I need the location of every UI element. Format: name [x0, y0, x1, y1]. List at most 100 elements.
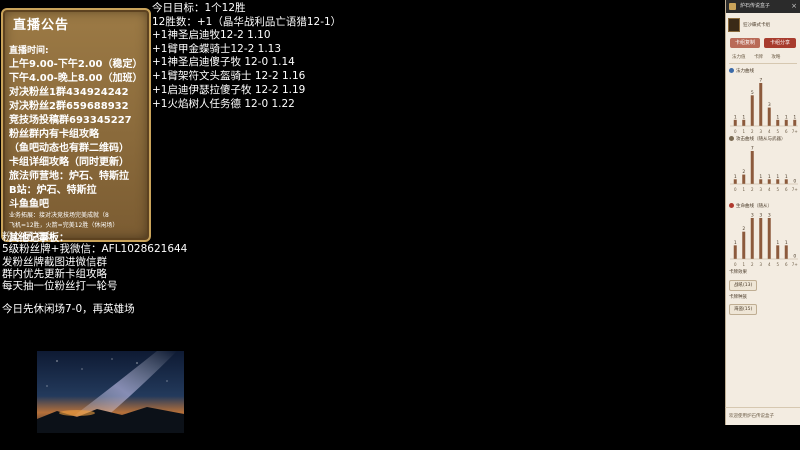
- goal-line: +1神圣启迪傻子牧 12-0 1.14: [152, 56, 295, 68]
- tick-label: 1: [742, 187, 745, 192]
- curve-bar: [742, 231, 746, 259]
- announcement-board: 直播公告 直播时间: 上午9.00-下午2.00（稳定） 下午4.00-晚上8.…: [1, 8, 151, 244]
- tick-label: 7+: [792, 187, 798, 192]
- bar-value-label: 7: [751, 146, 754, 152]
- board-line: 业务拓展：接对决竞技场完美成就（8: [9, 212, 109, 219]
- mana-icon: [729, 68, 734, 73]
- bar-value-label: 3: [759, 213, 762, 219]
- bar-value-label: 0: [793, 254, 796, 260]
- curve-bar: [767, 179, 771, 184]
- curve-bar: [784, 119, 788, 126]
- board-line: 粉丝群内有卡组攻略: [9, 129, 99, 140]
- close-icon[interactable]: ×: [791, 0, 797, 13]
- section-title-health: 生命曲线（随从）: [729, 203, 772, 209]
- tracker-titlebar[interactable]: 炉石传说盒子 ×: [726, 0, 800, 13]
- tick-label: 3: [759, 262, 762, 267]
- goal-line: +1火焰树人任务德 12-0 1.22: [152, 98, 295, 110]
- board-title: 直播公告: [13, 18, 70, 33]
- curve-bar: [776, 179, 780, 184]
- goal-line: +1启迪伊瑟拉傻子牧 12-2 1.19: [152, 84, 306, 96]
- board-line: 飞机=12胜，火箭=完美12胜（休闲场）: [9, 222, 119, 229]
- tick-label: 3: [759, 129, 762, 134]
- bar-value-label: 1: [759, 174, 762, 180]
- tick-label: 0: [734, 262, 737, 267]
- tick-label: 2: [751, 187, 754, 192]
- board-line: 斗鱼鱼吧: [9, 199, 49, 210]
- bar-value-label: 3: [768, 213, 771, 219]
- curve-bar: [733, 245, 737, 259]
- tick-label: 7+: [792, 129, 798, 134]
- tab-guide[interactable]: 攻略: [771, 55, 780, 60]
- board-line: 上午9.00-下午2.00（稳定）: [9, 59, 143, 70]
- tracker-title: 炉石传说盒子: [740, 3, 771, 9]
- night-sky-image: [37, 351, 184, 433]
- curve-bar: [742, 174, 746, 184]
- curve-bar: [776, 245, 780, 259]
- bar-value-label: 1: [776, 114, 779, 120]
- curve-bar: [767, 107, 771, 126]
- bar-value-label: 3: [768, 102, 771, 108]
- board-line: 旅法师营地：炉石、特斯拉: [9, 171, 129, 182]
- mana-curve-chart: 1011527334151617+: [730, 78, 798, 134]
- bar-value-label: 1: [734, 174, 737, 180]
- curve-bar: [776, 119, 780, 126]
- card-type-pill[interactable]: 海盗(15): [729, 304, 758, 315]
- card-effects-title: 卡牌效果: [729, 270, 747, 275]
- tick-label: 6: [785, 129, 788, 134]
- bar-value-label: 1: [768, 174, 771, 180]
- board-line: 对决粉丝1群434924242: [9, 87, 129, 98]
- bar-value-label: 1: [734, 114, 737, 120]
- board-line: 卡组详细攻略（同时更新）: [9, 157, 129, 168]
- tick-label: 2: [751, 129, 754, 134]
- bar-value-label: 1: [776, 174, 779, 180]
- curve-bar: [767, 218, 771, 259]
- bar-value-label: 7: [759, 78, 762, 84]
- tick-label: 1: [742, 129, 745, 134]
- board-line: 下午4.00-晚上8.00（加班）: [9, 73, 143, 84]
- deck-name: 狂沙蝶式卡组: [743, 23, 770, 28]
- tab-cards[interactable]: 卡牌: [754, 55, 763, 60]
- curve-bar: [759, 83, 763, 126]
- bar-value-label: 1: [742, 114, 745, 120]
- divider: [729, 63, 797, 64]
- bar-value-label: 2: [742, 226, 745, 232]
- bar-value-label: 0: [793, 179, 796, 185]
- bar-value-label: 1: [785, 114, 788, 120]
- board-line: （鱼吧动态也有群二维码）: [9, 143, 129, 154]
- bar-value-label: 5: [751, 90, 754, 96]
- attack-icon: [729, 136, 734, 141]
- deck-row[interactable]: 狂沙蝶式卡组: [728, 18, 798, 32]
- bar-value-label: 2: [742, 169, 745, 175]
- tick-label: 7+: [792, 262, 798, 267]
- tick-label: 6: [785, 187, 788, 192]
- bar-value-label: 1: [785, 240, 788, 246]
- board-line: 竞技场投稿群693345227: [9, 115, 132, 126]
- tick-label: 5: [776, 129, 779, 134]
- card-effect-pill[interactable]: 战吼(13): [729, 280, 758, 291]
- deck-thumbnail: [728, 18, 740, 32]
- tick-label: 2: [751, 262, 754, 267]
- tick-label: 0: [734, 187, 737, 192]
- board-line: 对决粉丝2群659688932: [9, 101, 129, 112]
- curve-bar: [750, 218, 754, 259]
- tab-mana[interactable]: 法力值: [732, 55, 746, 60]
- schedule-note: 今日先休闲场7-0，再英雄场: [2, 303, 135, 315]
- curve-bar: [742, 119, 746, 126]
- tracker-footer: 欢迎使用炉石传说盒子: [725, 407, 800, 425]
- tick-label: 0: [734, 129, 737, 134]
- share-deck-button[interactable]: 卡组分享: [764, 38, 796, 48]
- curve-bar: [733, 179, 737, 184]
- section-title-attack: 攻击曲线（随从与武器）: [729, 136, 786, 142]
- goal-line: 今日目标：1个12胜: [152, 2, 246, 14]
- curve-bar: [759, 179, 763, 184]
- tick-label: 4: [768, 129, 771, 134]
- bar-value-label: 1: [734, 240, 737, 246]
- copy-deck-button[interactable]: 卡组复制: [730, 38, 760, 48]
- curve-bar: [784, 245, 788, 259]
- health-icon: [729, 203, 734, 208]
- curve-bar: [784, 179, 788, 184]
- health-curve-chart: 1021323334151607+: [730, 213, 798, 267]
- tick-label: 5: [776, 262, 779, 267]
- overlay-line: 每天抽一位粉丝打一轮号: [2, 280, 118, 292]
- tick-label: 4: [768, 187, 771, 192]
